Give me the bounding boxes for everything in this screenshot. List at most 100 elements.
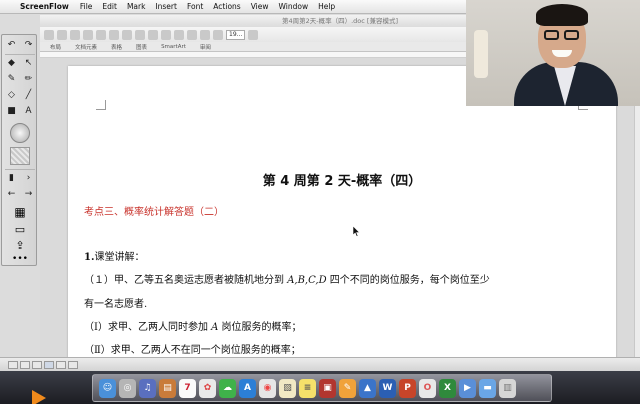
section-heading: 考点三、概率统计解答题（二） (84, 207, 224, 218)
line-icon[interactable]: ╱ (22, 89, 35, 102)
navigate-forward-icon[interactable]: → (22, 188, 35, 201)
tab-tables[interactable]: 表格 (111, 43, 122, 51)
back-arrow-icon[interactable]: ↶ (5, 39, 18, 52)
chrome-icon[interactable]: ◉ (259, 378, 276, 398)
columns-icon[interactable] (187, 29, 197, 40)
lesson-heading: 1.课堂讲解： (84, 248, 144, 263)
print-icon[interactable] (83, 29, 93, 40)
photos-icon[interactable]: ✿ (199, 378, 216, 398)
question-2: （Ⅱ）求甲、乙两人不在同一个岗位服务的概率； (84, 345, 301, 356)
presenter-hair (536, 4, 588, 26)
fill-bucket-icon[interactable]: ◆ (5, 57, 18, 70)
menu-edit[interactable]: Edit (97, 2, 122, 11)
keynote-icon[interactable]: ▲ (359, 378, 376, 398)
cut-icon[interactable] (96, 29, 106, 40)
copy-icon[interactable] (109, 29, 119, 40)
undo-icon[interactable] (148, 29, 158, 40)
play-triangle-icon[interactable] (32, 390, 46, 404)
menu-window[interactable]: Window (274, 2, 314, 11)
menu-actions[interactable]: Actions (208, 2, 245, 11)
text-icon[interactable]: A (22, 105, 35, 118)
color-wheel-icon[interactable] (10, 123, 30, 143)
palette-divider (5, 169, 35, 170)
dock: ☺ ◎ ♫ ▤ 7 ✿ ☁ A ◉ ▧ ≡ ▣ ✎ ▲ W P O X ▶ ▬ … (92, 374, 552, 402)
q1-prefix: （Ⅰ）求甲、乙两人同时参加 (84, 322, 212, 333)
safari-icon[interactable]: ◎ (119, 378, 136, 398)
tab-layout[interactable]: 布局 (50, 43, 61, 51)
view-print-layout-icon[interactable] (44, 360, 54, 369)
excel-icon[interactable]: X (439, 378, 456, 398)
eraser-icon[interactable]: ◇ (5, 89, 18, 102)
pencil-icon[interactable]: ✎ (5, 73, 18, 86)
glasses-left (544, 30, 559, 40)
mouse-cursor-icon (353, 226, 361, 237)
forward-arrow-icon[interactable]: ↷ (22, 39, 35, 52)
paste-icon[interactable] (122, 29, 132, 40)
messages-icon[interactable]: ☁ (219, 378, 236, 398)
shapes-icon[interactable]: ■ (5, 105, 18, 118)
document-icon[interactable]: ▮ (5, 172, 18, 185)
webcam-overlay (466, 0, 640, 106)
menu-insert[interactable]: Insert (150, 2, 182, 11)
appstore-icon[interactable]: A (239, 378, 256, 398)
help-icon[interactable] (248, 29, 259, 40)
pattern-icon[interactable] (10, 147, 30, 165)
brush-icon[interactable]: ✏ (22, 73, 35, 86)
app-menu[interactable]: ScreenFlow (18, 2, 75, 11)
open-icon[interactable] (57, 29, 67, 40)
save-icon[interactable] (70, 29, 80, 40)
status-bar (0, 357, 640, 371)
table-icon[interactable] (174, 29, 184, 40)
format-painter-icon[interactable] (135, 29, 145, 40)
word-icon[interactable]: W (379, 378, 396, 398)
problem-line1-suffix: 四个不同的岗位服务，每个岗位至少 (326, 275, 490, 286)
view-notebook-icon[interactable] (56, 360, 66, 369)
view-fullscreen-icon[interactable] (68, 360, 78, 369)
powerpoint-icon[interactable]: P (399, 378, 416, 398)
office-icon[interactable]: O (419, 378, 436, 398)
navigate-icon[interactable]: › (22, 172, 35, 185)
menu-mark[interactable]: Mark (122, 2, 151, 11)
screen-icon[interactable]: ▭ (12, 223, 28, 237)
share-icon[interactable]: ⇪ (12, 239, 28, 253)
toolbox-icon[interactable] (213, 29, 223, 40)
redo-icon[interactable] (161, 29, 171, 40)
calendar-icon[interactable]: 7 (179, 378, 196, 398)
tab-document-elements[interactable]: 文档元素 (75, 43, 97, 51)
itunes-icon[interactable]: ♫ (139, 378, 156, 398)
tab-charts[interactable]: 图表 (136, 43, 147, 51)
menu-view[interactable]: View (246, 2, 274, 11)
pages-icon[interactable]: ✎ (339, 378, 356, 398)
photobooth-icon[interactable]: ▣ (319, 378, 336, 398)
crop-mark-top-left (96, 100, 106, 110)
trash-icon[interactable]: ▥ (499, 378, 516, 398)
menu-font[interactable]: Font (182, 2, 208, 11)
new-doc-icon[interactable] (44, 29, 54, 40)
view-outline-icon[interactable] (20, 360, 30, 369)
arrow-select-icon[interactable]: ↖ (22, 57, 35, 70)
menu-file[interactable]: File (75, 2, 98, 11)
finder-icon[interactable]: ☺ (99, 378, 116, 398)
menu-help[interactable]: Help (313, 2, 340, 11)
books-icon[interactable]: ▤ (159, 378, 176, 398)
lesson-heading-number: 1. (84, 252, 95, 263)
zoom-field[interactable]: 19... (226, 29, 246, 40)
preview-icon[interactable]: ▧ (279, 378, 296, 398)
more-icon[interactable]: ••• (12, 254, 28, 264)
problem-line1-prefix: （１）甲、乙等五名奥运志愿者被随机地分到 (84, 275, 288, 286)
notes-icon[interactable]: ≡ (299, 378, 316, 398)
problem-line-1: （１）甲、乙等五名奥运志愿者被随机地分到 A,B,C,D 四个不同的岗位服务，每… (84, 271, 490, 286)
screenflow-icon[interactable]: ▶ (459, 378, 476, 398)
sidebar-icon[interactable] (200, 29, 210, 40)
grid-icon[interactable]: ▦ (12, 205, 28, 219)
document-page[interactable]: 第 4 周第 2 天-概率（四） 考点三、概率统计解答题（二） 1.课堂讲解： … (68, 66, 616, 366)
tool-palette: ↶ ↷ ◆ ↖ ✎ ✏ ◇ ╱ ■ A ▮ › ← → ▦ ▭ ⇪ ••• (1, 34, 37, 266)
tab-review[interactable]: 审阅 (200, 43, 211, 51)
view-draft-icon[interactable] (8, 360, 18, 369)
navigate-back-icon[interactable]: ← (5, 188, 18, 201)
problem-line1-math: A,B,C,D (287, 275, 327, 286)
tab-smartart[interactable]: SmartArt (161, 44, 186, 50)
lamp (474, 30, 488, 78)
downloads-folder-icon[interactable]: ▬ (479, 378, 496, 398)
view-publishing-icon[interactable] (32, 360, 42, 369)
